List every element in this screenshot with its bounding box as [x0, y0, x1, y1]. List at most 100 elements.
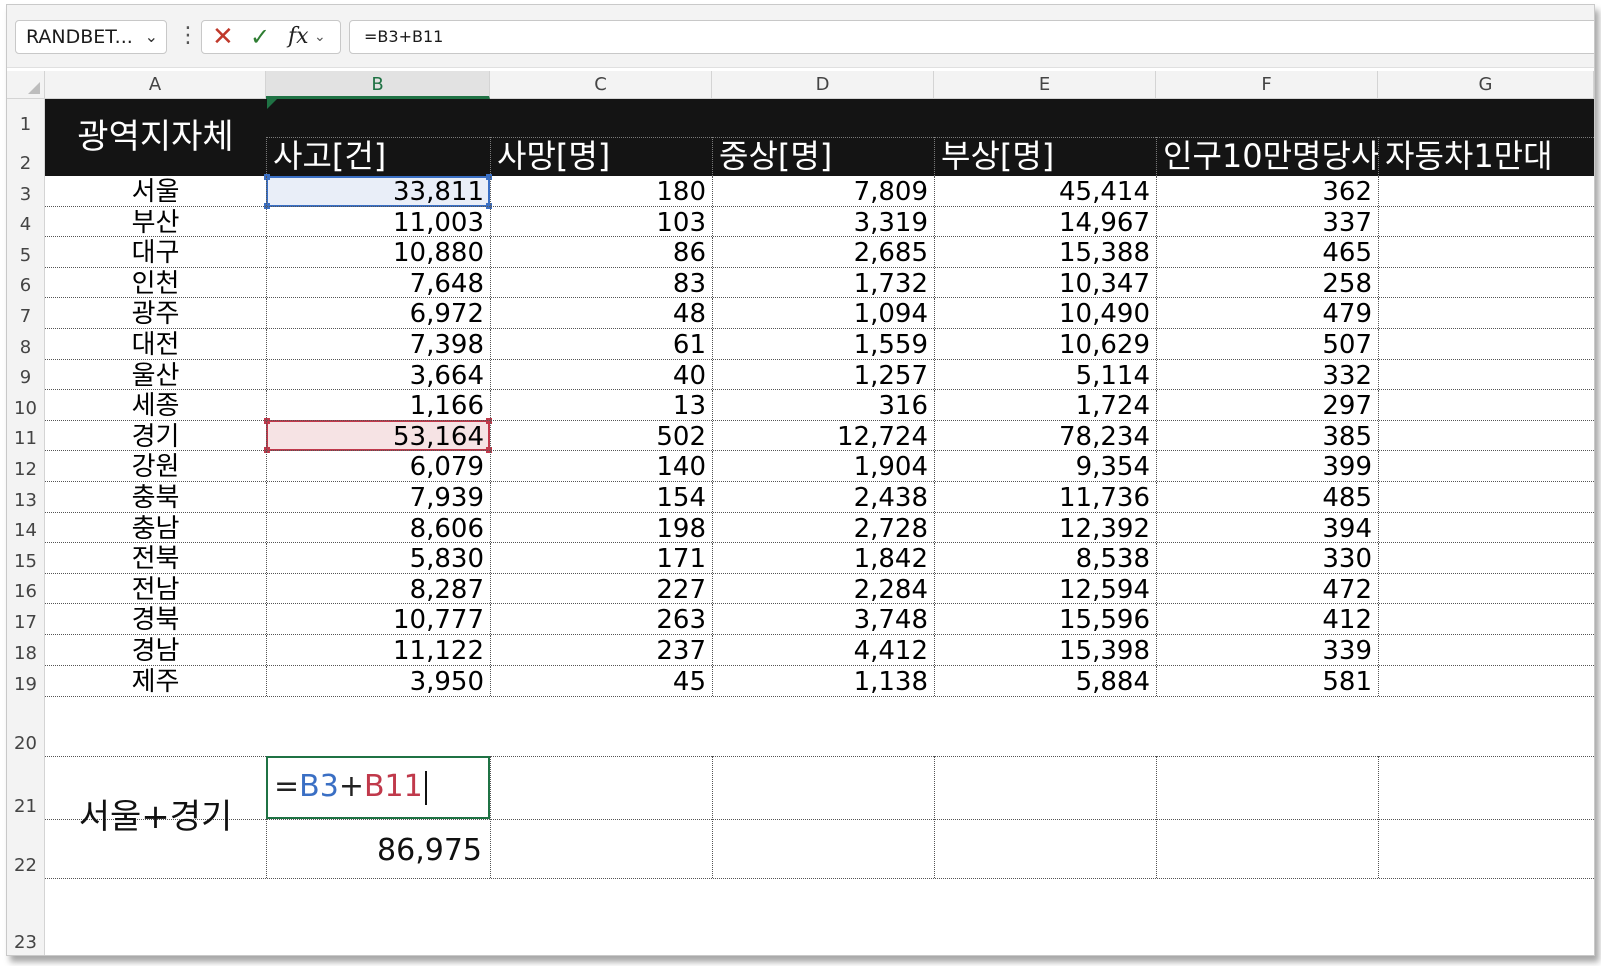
row-header-9[interactable]: 9: [7, 359, 45, 391]
value-cell[interactable]: 2,284: [712, 574, 934, 605]
result-cell[interactable]: 86,975: [266, 819, 490, 878]
region-cell[interactable]: 경남: [45, 635, 266, 666]
value-cell[interactable]: 10,490: [934, 298, 1156, 329]
name-box[interactable]: RANDBET... ⌄: [15, 20, 167, 54]
region-cell[interactable]: 제주: [45, 666, 266, 697]
select-all-corner[interactable]: [7, 71, 45, 99]
value-cell[interactable]: 7,648: [266, 268, 490, 299]
value-cell[interactable]: 154: [490, 482, 712, 513]
header-col-b[interactable]: 사고[건]: [266, 137, 490, 176]
value-cell[interactable]: 263: [490, 604, 712, 635]
row-header-13[interactable]: 13: [7, 482, 45, 513]
value-cell[interactable]: 507: [1156, 329, 1378, 360]
region-cell[interactable]: 전남: [45, 574, 266, 605]
value-cell[interactable]: 7,809: [712, 176, 934, 207]
row-header-7[interactable]: 7: [7, 298, 45, 329]
value-cell[interactable]: 258: [1156, 268, 1378, 299]
value-cell[interactable]: 465: [1156, 237, 1378, 268]
region-cell[interactable]: 부산: [45, 207, 266, 238]
value-cell[interactable]: 61: [490, 329, 712, 360]
value-cell[interactable]: 10,629: [934, 329, 1156, 360]
value-cell[interactable]: 394: [1156, 513, 1378, 544]
row-header-8[interactable]: 8: [7, 329, 45, 360]
value-cell[interactable]: 180: [490, 176, 712, 207]
value-cell[interactable]: 2,728: [712, 513, 934, 544]
region-cell[interactable]: 광주: [45, 298, 266, 329]
value-cell[interactable]: 11,122: [266, 635, 490, 666]
region-cell[interactable]: 대전: [45, 329, 266, 360]
value-cell[interactable]: 1,257: [712, 360, 934, 391]
value-cell[interactable]: 330: [1156, 543, 1378, 574]
header-col-e[interactable]: 부상[명]: [934, 137, 1156, 176]
region-cell[interactable]: 세종: [45, 390, 266, 421]
column-header-d[interactable]: D: [712, 71, 934, 99]
value-cell[interactable]: 3,748: [712, 604, 934, 635]
value-cell[interactable]: 1,842: [712, 543, 934, 574]
value-cell[interactable]: 4,412: [712, 635, 934, 666]
value-cell[interactable]: 7,939: [266, 482, 490, 513]
value-cell[interactable]: 15,596: [934, 604, 1156, 635]
value-cell[interactable]: 1,904: [712, 451, 934, 482]
header-col-g[interactable]: 자동차1만대: [1378, 137, 1594, 176]
row-header-14[interactable]: 14: [7, 512, 45, 544]
value-cell[interactable]: 40: [490, 360, 712, 391]
value-cell[interactable]: 15,398: [934, 635, 1156, 666]
value-cell[interactable]: 45,414: [934, 176, 1156, 207]
value-cell[interactable]: 10,880: [266, 237, 490, 268]
row-header-6[interactable]: 6: [7, 267, 45, 299]
value-cell[interactable]: 83: [490, 268, 712, 299]
value-cell[interactable]: 1,559: [712, 329, 934, 360]
value-cell[interactable]: 3,664: [266, 360, 490, 391]
region-cell[interactable]: 충북: [45, 482, 266, 513]
value-cell[interactable]: 337: [1156, 207, 1378, 238]
row-header-3[interactable]: 3: [7, 176, 45, 207]
value-cell[interactable]: 8,287: [266, 574, 490, 605]
region-cell[interactable]: 서울: [45, 176, 266, 207]
value-cell[interactable]: 8,538: [934, 543, 1156, 574]
value-cell[interactable]: 10,347: [934, 268, 1156, 299]
value-cell[interactable]: 3,319: [712, 207, 934, 238]
value-cell[interactable]: 1,094: [712, 298, 934, 329]
value-cell[interactable]: 479: [1156, 298, 1378, 329]
value-cell[interactable]: 339: [1156, 635, 1378, 666]
region-cell[interactable]: 강원: [45, 451, 266, 482]
value-cell[interactable]: 171: [490, 543, 712, 574]
region-cell[interactable]: 울산: [45, 360, 266, 391]
value-cell[interactable]: 12,594: [934, 574, 1156, 605]
value-cell[interactable]: 237: [490, 635, 712, 666]
value-cell[interactable]: 362: [1156, 176, 1378, 207]
value-cell[interactable]: 502: [490, 421, 712, 452]
value-cell[interactable]: 11,736: [934, 482, 1156, 513]
value-cell[interactable]: 2,438: [712, 482, 934, 513]
region-cell[interactable]: 대구: [45, 237, 266, 268]
value-cell[interactable]: 10,777: [266, 604, 490, 635]
value-cell[interactable]: 485: [1156, 482, 1378, 513]
value-cell[interactable]: 198: [490, 513, 712, 544]
header-col-f[interactable]: 인구10만명당사: [1156, 137, 1378, 176]
summary-label[interactable]: 서울+경기: [45, 756, 266, 878]
active-edit-cell[interactable]: =B3+B11: [266, 756, 490, 819]
more-options-icon[interactable]: ⋮: [177, 22, 199, 50]
value-cell[interactable]: 332: [1156, 360, 1378, 391]
value-cell[interactable]: 11,003: [266, 207, 490, 238]
value-cell[interactable]: 581: [1156, 666, 1378, 697]
value-cell[interactable]: 5,830: [266, 543, 490, 574]
value-cell[interactable]: 5,884: [934, 666, 1156, 697]
row-header-19[interactable]: 19: [7, 665, 45, 697]
region-cell[interactable]: 경북: [45, 604, 266, 635]
column-header-a[interactable]: A: [45, 71, 266, 99]
row-header-5[interactable]: 5: [7, 237, 45, 268]
value-cell[interactable]: 2,685: [712, 237, 934, 268]
header-col-d[interactable]: 중상[명]: [712, 137, 934, 176]
row-header-15[interactable]: 15: [7, 543, 45, 574]
row-header-17[interactable]: 17: [7, 604, 45, 635]
region-cell[interactable]: 경기: [45, 421, 266, 452]
value-cell[interactable]: 12,392: [934, 513, 1156, 544]
value-cell[interactable]: 13: [490, 390, 712, 421]
value-cell[interactable]: 472: [1156, 574, 1378, 605]
value-cell[interactable]: 385: [1156, 421, 1378, 452]
value-cell[interactable]: 14,967: [934, 207, 1156, 238]
column-header-b[interactable]: B: [266, 71, 490, 99]
value-cell[interactable]: 86: [490, 237, 712, 268]
row-header-2[interactable]: 2: [7, 137, 45, 176]
